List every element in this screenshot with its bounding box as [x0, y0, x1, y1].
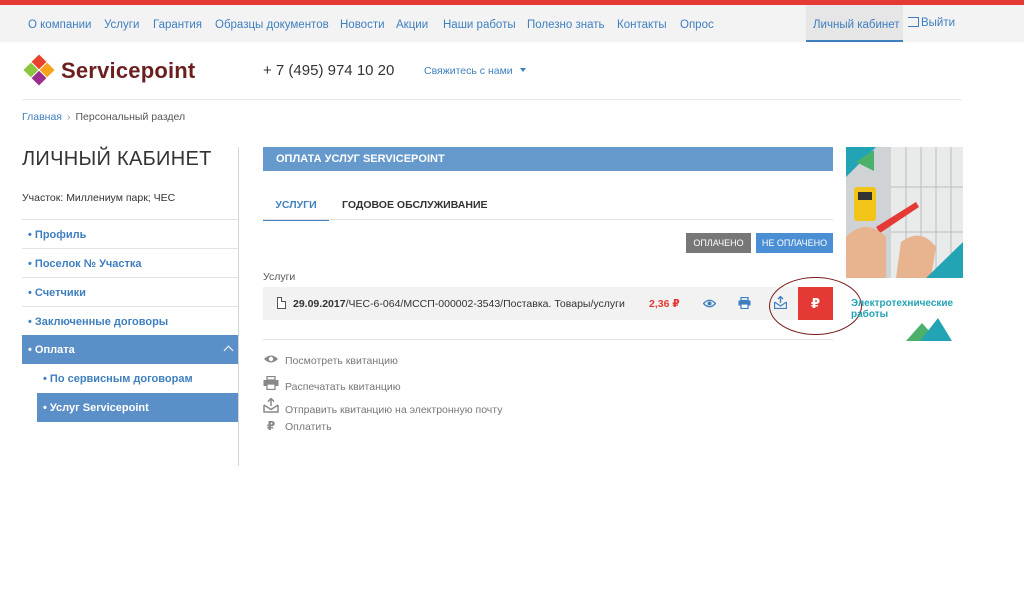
sidebar-subitem-label: • По сервисным договорам [43, 373, 193, 385]
printer-icon[interactable] [738, 297, 751, 309]
nav-warranty[interactable]: Гарантия [153, 19, 202, 31]
logout-icon [908, 17, 919, 27]
nav-useful[interactable]: Полезно знать [527, 19, 605, 31]
sidebar-item-label: • Профиль [28, 229, 87, 241]
panel-header: ОПЛАТА УСЛУГ SERVICEPOINT [263, 147, 833, 171]
eye-icon [264, 355, 278, 363]
section-label: Услуги [263, 271, 296, 283]
row-description[interactable]: 29.09.2017/ЧЕС-6-064/МССП-000002-3543/По… [293, 298, 625, 310]
sidebar-divider [238, 147, 239, 466]
filter-unpaid-button[interactable]: НЕ ОПЛАЧЕНО [756, 233, 833, 253]
sidebar-item-label: • Заключенные договоры [28, 316, 169, 328]
document-icon [277, 297, 286, 309]
legend-view-label: Посмотреть квитанцию [285, 355, 398, 367]
mountain-logo-icon [906, 318, 952, 341]
tab-services[interactable]: УСЛУГИ [263, 199, 329, 221]
legend-email-label: Отправить квитанцию на электронную почту [285, 404, 503, 416]
nav-survey[interactable]: Опрос [680, 19, 714, 31]
header-divider [22, 99, 962, 100]
breadcrumb-current: Персональный раздел [75, 111, 186, 123]
legend-print: Распечатать квитанцию [263, 376, 401, 393]
plot-info: Участок: Миллениум парк; ЧЕС [22, 192, 176, 204]
phone-number: + 7 (495) 974 10 20 [263, 62, 395, 79]
sidebar-item-label: • Оплата [28, 344, 75, 356]
sidebar-subitem-service-contracts[interactable]: • По сервисным договорам [37, 364, 238, 393]
row-divider [263, 339, 833, 340]
legend-pay-label: Оплатить [285, 421, 332, 433]
sidebar-subitem-label: • Услуг Servicepoint [43, 402, 149, 414]
mail-send-icon [263, 398, 279, 413]
row-details: /ЧЕС-6-064/МССП-000002-3543/Поставка. То… [345, 298, 625, 310]
sidebar-item-label: • Счетчики [28, 287, 86, 299]
contact-dropdown-label: Свяжитесь с нами [424, 65, 513, 77]
sidebar-item-meters[interactable]: • Счетчики [22, 277, 238, 306]
tabs-divider [263, 219, 833, 220]
highlight-annotation [769, 277, 862, 335]
filter-paid-button[interactable]: ОПЛАЧЕНО [686, 233, 751, 253]
breadcrumb-home[interactable]: Главная [22, 111, 62, 123]
logout-label: Выйти [921, 17, 956, 29]
row-amount: 2,36 ₽ [649, 298, 680, 310]
printer-icon [263, 376, 279, 390]
promo-banner[interactable] [846, 147, 963, 278]
servicepoint-logo-icon[interactable] [22, 53, 56, 87]
sidebar-item-label: • Поселок № Участка [28, 258, 142, 270]
breadcrumb-separator: › [66, 111, 71, 123]
chevron-up-icon [223, 345, 234, 356]
sidebar-item-settlement[interactable]: • Поселок № Участка [22, 248, 238, 277]
nav-personal-cabinet[interactable]: Личный кабинет [806, 5, 903, 42]
nav-our-works[interactable]: Наши работы [443, 19, 516, 31]
nav-services[interactable]: Услуги [104, 19, 139, 31]
panel-title: ОПЛАТА УСЛУГ SERVICEPOINT [276, 153, 445, 165]
sidebar-item-payment[interactable]: • Оплата [22, 335, 238, 364]
eye-icon[interactable] [703, 299, 716, 308]
row-date: 29.09.2017 [293, 298, 346, 310]
logout-link[interactable]: Выйти [908, 17, 955, 29]
legend-view: Посмотреть квитанцию [263, 354, 398, 367]
electrical-work-photo [846, 147, 963, 278]
sidebar-subitem-servicepoint-services[interactable]: • Услуг Servicepoint [37, 393, 238, 422]
legend-pay: ₽ Оплатить [263, 419, 332, 433]
nav-promotions[interactable]: Акции [396, 19, 428, 31]
brand-name[interactable]: Servicepoint [61, 58, 195, 84]
legend-print-label: Распечатать квитанцию [285, 381, 401, 393]
ruble-icon: ₽ [266, 419, 276, 433]
nav-contacts[interactable]: Контакты [617, 19, 667, 31]
nav-about[interactable]: О компании [28, 19, 91, 31]
tab-annual-maintenance[interactable]: ГОДОВОЕ ОБСЛУЖИВАНИЕ [342, 199, 488, 211]
nav-document-samples[interactable]: Образцы документов [215, 19, 329, 31]
caret-down-icon [519, 68, 526, 72]
sidebar-item-contracts[interactable]: • Заключенные договоры [22, 306, 238, 335]
nav-personal-cabinet-label: Личный кабинет [813, 19, 900, 31]
contact-dropdown[interactable]: Свяжитесь с нами [424, 65, 526, 77]
promo-banner-caption[interactable]: Электротехнические работы [851, 298, 963, 320]
nav-news[interactable]: Новости [340, 19, 385, 31]
legend-email: Отправить квитанцию на электронную почту [263, 398, 502, 416]
sidebar-item-profile[interactable]: • Профиль [22, 219, 238, 248]
breadcrumb: Главная › Персональный раздел [22, 111, 185, 123]
page-title: ЛИЧНЫЙ КАБИНЕТ [22, 148, 212, 170]
